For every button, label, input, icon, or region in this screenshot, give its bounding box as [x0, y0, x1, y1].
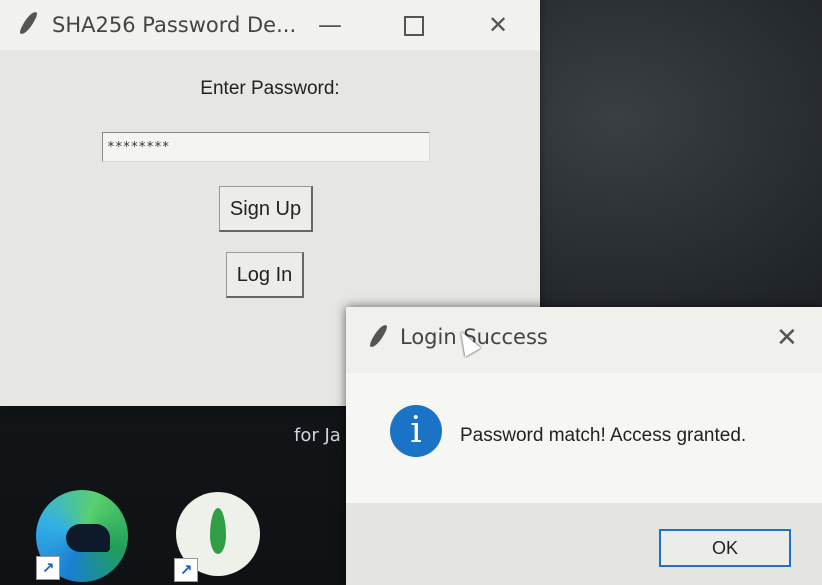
dialog-message: Password match! Access granted. — [460, 425, 747, 446]
shortcut-arrow-icon: ↗ — [174, 558, 198, 582]
dialog-close-button[interactable]: ✕ — [776, 323, 798, 353]
log-in-button[interactable]: Log In — [226, 252, 304, 298]
tk-feather-icon — [368, 322, 389, 350]
sign-up-button[interactable]: Sign Up — [219, 186, 313, 232]
password-input[interactable] — [102, 132, 430, 162]
title-bar[interactable]: SHA256 Password De... — ✕ — [0, 0, 540, 50]
info-icon: i — [390, 405, 442, 457]
shortcut-arrow-icon: ↗ — [36, 556, 60, 580]
password-label: Enter Password: — [200, 78, 340, 99]
close-button[interactable]: ✕ — [478, 8, 518, 42]
maximize-button[interactable] — [394, 8, 434, 42]
maximize-icon — [404, 16, 424, 36]
leaf-icon — [210, 508, 226, 554]
minimize-button[interactable]: — — [310, 8, 350, 42]
ok-button[interactable]: OK — [659, 529, 791, 567]
login-success-dialog: Login Success ✕ i Password match! Access… — [346, 307, 822, 585]
tk-feather-icon — [18, 9, 39, 37]
window-title: SHA256 Password De... — [52, 13, 297, 37]
dialog-title-bar[interactable]: Login Success ✕ — [346, 307, 822, 373]
desktop-partial-text: for Ja — [294, 425, 341, 446]
